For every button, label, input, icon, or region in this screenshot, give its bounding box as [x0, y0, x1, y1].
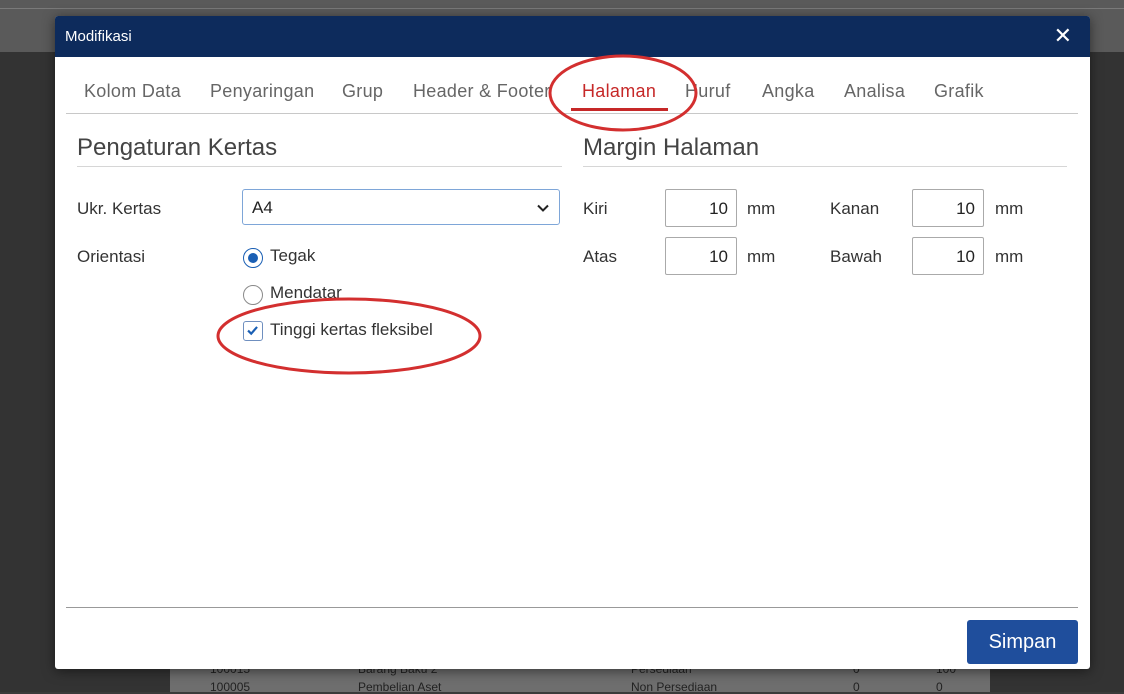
- margin-right-unit: mm: [995, 199, 1024, 218]
- tab-analisa[interactable]: Analisa: [844, 81, 905, 102]
- tab-grafik[interactable]: Grafik: [934, 81, 984, 102]
- tab-huruf[interactable]: Huruf: [685, 81, 731, 102]
- margin-left-label: Kiri: [583, 199, 608, 218]
- margin-top-input[interactable]: 10: [665, 237, 737, 275]
- close-icon[interactable]: ✕: [1054, 24, 1072, 48]
- margin-right-label: Kanan: [830, 199, 880, 218]
- tab-angka[interactable]: Angka: [762, 81, 815, 102]
- tab-kolom-data[interactable]: Kolom Data: [84, 81, 181, 102]
- tab-penyaringan[interactable]: Penyaringan: [210, 81, 314, 102]
- orientation-portrait-radio[interactable]: [243, 248, 263, 268]
- page-margin-title: Margin Halaman: [583, 134, 760, 161]
- tab-header-footer[interactable]: Header & Footer: [413, 81, 551, 102]
- chevron-down-icon: [537, 204, 549, 212]
- orientation-label: Orientasi: [77, 247, 146, 266]
- tab-grup[interactable]: Grup: [342, 81, 383, 102]
- dialog-titlebar: Modifikasi ✕: [55, 16, 1090, 57]
- margin-top-label: Atas: [583, 247, 618, 266]
- orientation-landscape-radio[interactable]: [243, 285, 263, 305]
- paper-size-value: A4: [252, 198, 273, 217]
- save-button[interactable]: Simpan: [967, 620, 1078, 664]
- tab-halaman[interactable]: Halaman: [582, 81, 656, 102]
- margin-bottom-input[interactable]: 10: [912, 237, 984, 275]
- toolbar-divider: [0, 8, 1124, 9]
- margin-left-input[interactable]: 10: [665, 189, 737, 227]
- margin-right-input[interactable]: 10: [912, 189, 984, 227]
- active-tab-indicator: [571, 108, 668, 111]
- tab-bar: Kolom Data Penyaringan Grup Header & Foo…: [66, 57, 1078, 114]
- margin-bottom-label: Bawah: [830, 247, 882, 266]
- paper-size-select[interactable]: A4: [242, 189, 560, 225]
- paper-size-label: Ukr. Kertas: [77, 199, 162, 218]
- margin-top-unit: mm: [747, 247, 776, 266]
- footer-divider: [66, 607, 1078, 608]
- page-margin-divider: [583, 166, 1067, 167]
- margin-left-unit: mm: [747, 199, 776, 218]
- paper-settings-divider: [77, 166, 562, 167]
- flexible-height-label: Tinggi kertas fleksibel: [270, 320, 433, 339]
- checkmark-icon: [247, 326, 258, 336]
- radio-selected-dot: [248, 253, 258, 263]
- orientation-portrait-label: Tegak: [270, 246, 316, 265]
- paper-settings-title: Pengaturan Kertas: [77, 134, 278, 161]
- flexible-height-checkbox[interactable]: [243, 321, 263, 341]
- orientation-landscape-label: Mendatar: [270, 283, 342, 302]
- margin-bottom-unit: mm: [995, 247, 1024, 266]
- modify-dialog: Modifikasi ✕ Kolom Data Penyaringan Grup…: [55, 16, 1090, 669]
- dialog-title: Modifikasi: [65, 28, 132, 45]
